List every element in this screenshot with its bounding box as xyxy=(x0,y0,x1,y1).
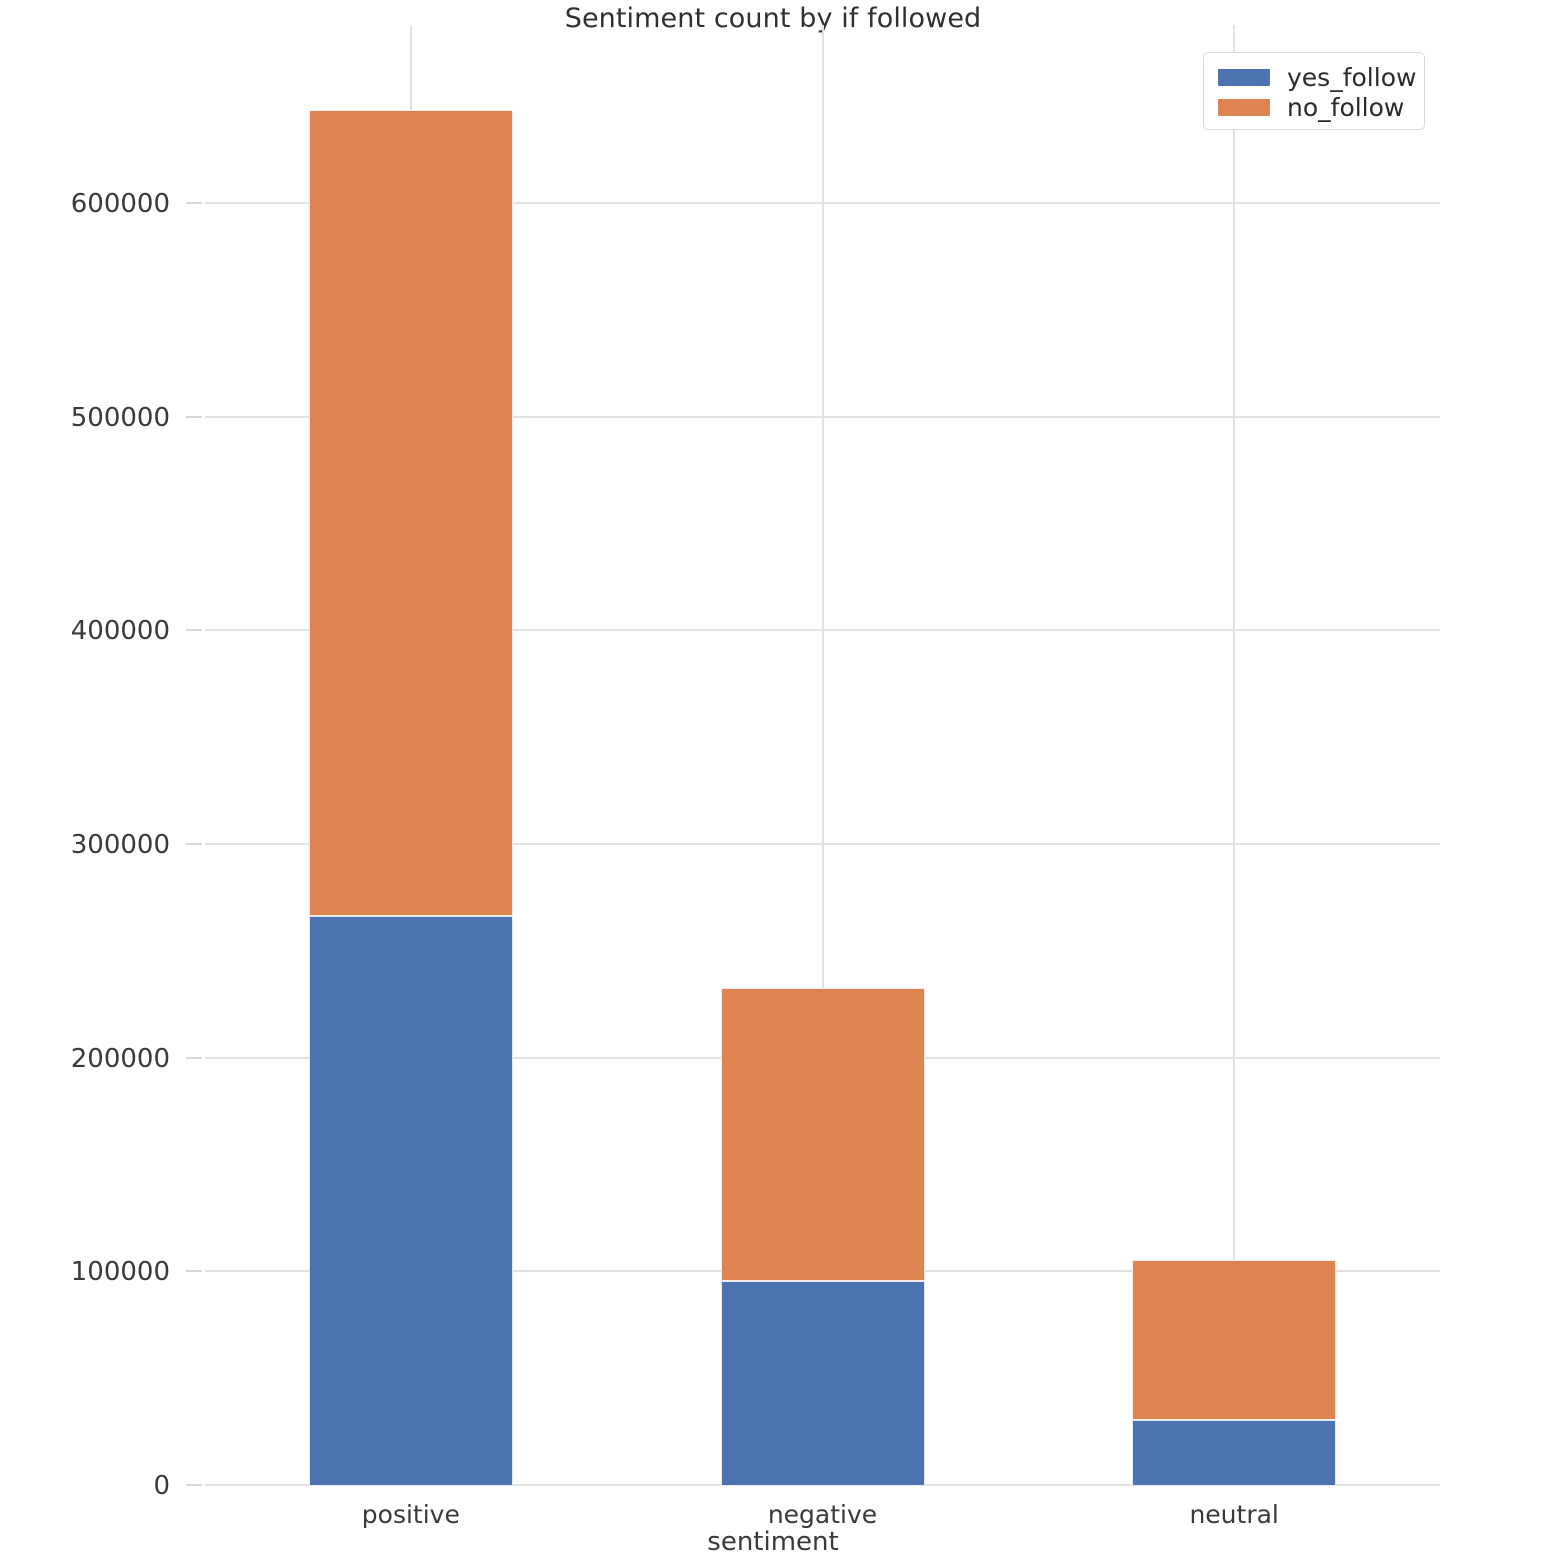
y-tick-label-300000: 300000 xyxy=(70,830,170,860)
y-tick-mark-400000 xyxy=(186,629,202,632)
y-tick-mark-300000 xyxy=(186,843,202,845)
y-tick-label-400000: 400000 xyxy=(70,616,170,647)
bar-positive[interactable] xyxy=(308,110,513,1486)
x-tick-label-neutral: neutral xyxy=(1189,1500,1279,1529)
bar-segment-negative-yes_follow[interactable] xyxy=(720,1280,925,1486)
bar-segment-negative-no_follow[interactable] xyxy=(720,988,925,1281)
bar-segment-neutral-no_follow[interactable] xyxy=(1132,1259,1337,1420)
y-tick-mark-500000 xyxy=(186,415,202,418)
y-tick-mark-100000 xyxy=(186,1270,202,1273)
legend-swatch-no-follow xyxy=(1218,98,1270,116)
plot-area xyxy=(205,25,1440,1486)
x-tick-label-positive: positive xyxy=(361,1500,460,1529)
x-axis-label: sentiment xyxy=(707,1527,839,1556)
bar-segment-neutral-yes_follow[interactable] xyxy=(1132,1419,1337,1486)
legend-item-no-follow[interactable]: no_follow xyxy=(1218,92,1424,122)
y-tick-mark-200000 xyxy=(186,1056,202,1059)
bar-segment-positive-no_follow[interactable] xyxy=(308,110,513,916)
bar-negative[interactable] xyxy=(720,988,925,1486)
y-tick-mark-600000 xyxy=(186,202,202,204)
y-tick-label-600000: 600000 xyxy=(70,189,170,219)
y-tick-label-500000: 500000 xyxy=(70,402,170,433)
y-tick-label-100000: 100000 xyxy=(70,1257,170,1288)
bar-segment-positive-yes_follow[interactable] xyxy=(308,915,513,1486)
y-tick-label-200000: 200000 xyxy=(70,1043,170,1074)
legend-item-yes-follow[interactable]: yes_follow xyxy=(1218,62,1424,92)
y-tick-mark-0 xyxy=(186,1484,202,1486)
y-axis-tick-labels: 0 100000 200000 300000 400000 500000 600000 xyxy=(10,25,170,1501)
bar-neutral[interactable] xyxy=(1132,1259,1337,1486)
legend-label-no-follow: no_follow xyxy=(1287,92,1405,122)
x-tick-label-negative: negative xyxy=(767,1500,878,1529)
legend-label-yes-follow: yes_follow xyxy=(1287,62,1417,92)
chart-legend[interactable]: yes_follow no_follow xyxy=(1203,52,1425,130)
y-tick-label-0: 0 xyxy=(153,1471,170,1501)
legend-swatch-yes-follow xyxy=(1218,68,1270,86)
chart-figure: Sentiment count by if followed 0 100000 20… xyxy=(0,0,1546,1556)
